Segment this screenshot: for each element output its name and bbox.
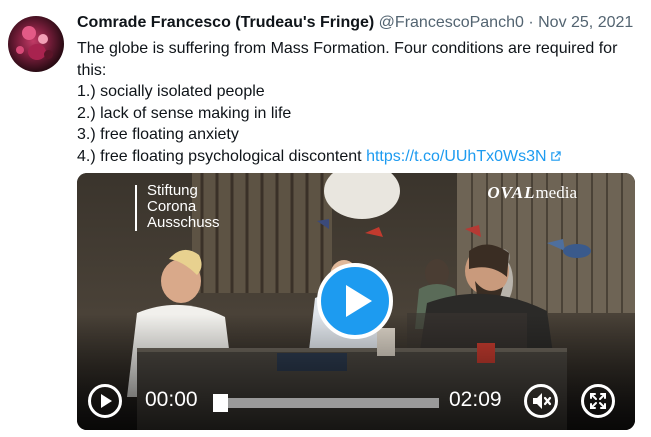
tweet-text: The globe is suffering from Mass Formati… — [77, 38, 637, 167]
fullscreen-icon — [590, 393, 606, 409]
watermark-brand: OVAL — [487, 183, 536, 202]
watermark-line: Corona — [147, 198, 197, 215]
tweet-text-segment: 4.) free floating psychological disconte… — [77, 147, 367, 165]
progress-handle[interactable] — [213, 394, 228, 412]
speaker-muted-icon — [533, 393, 552, 409]
watermark-suffix: media — [535, 183, 577, 202]
tweet-text-line: The globe is suffering from Mass Formati… — [77, 40, 618, 57]
separator-dot: · — [528, 14, 534, 31]
play-icon — [101, 394, 112, 408]
tweet-text-line: 2.) lack of sense making in life — [77, 104, 292, 122]
user-handle[interactable]: @FrancescoPanch0 — [379, 14, 524, 31]
watermark-line: Ausschuss — [147, 214, 220, 231]
tweet-date[interactable]: Nov 25, 2021 — [538, 14, 633, 31]
current-time: 00:00 — [145, 388, 198, 411]
video-player[interactable]: Stiftung Corona Ausschuss OVALmedia 00:0… — [77, 173, 635, 430]
play-icon — [346, 285, 372, 317]
watermark-line: Stiftung — [147, 182, 198, 199]
play-button[interactable] — [88, 384, 122, 418]
progress-bar[interactable] — [213, 394, 439, 412]
watermark-oval-media: OVALmedia — [487, 183, 577, 203]
tweet-text-line: 3.) free floating anxiety — [77, 126, 239, 143]
tweet-text-line: this: — [77, 61, 107, 79]
tweet-text-line-with-link: 4.) free floating psychological disconte… — [77, 146, 637, 168]
mute-button[interactable] — [524, 384, 558, 418]
tweet-header: Comrade Francesco (Trudeau's Fringe) @Fr… — [77, 14, 633, 32]
watermark-bar — [135, 185, 137, 231]
watermark-stiftung: Stiftung Corona Ausschuss — [147, 183, 220, 231]
center-play-button[interactable] — [317, 263, 393, 339]
fullscreen-button[interactable] — [581, 384, 615, 418]
display-name[interactable]: Comrade Francesco (Trudeau's Fringe) — [77, 14, 374, 31]
tweet-text-line: 1.) socially isolated people — [77, 83, 265, 100]
avatar[interactable] — [8, 16, 64, 72]
tweet-link[interactable]: https://t.co/UUhTx0Ws3N — [366, 148, 547, 165]
video-controls: 00:00 02:09 — [77, 372, 635, 430]
external-link-icon — [550, 150, 561, 161]
duration: 02:09 — [449, 388, 502, 411]
